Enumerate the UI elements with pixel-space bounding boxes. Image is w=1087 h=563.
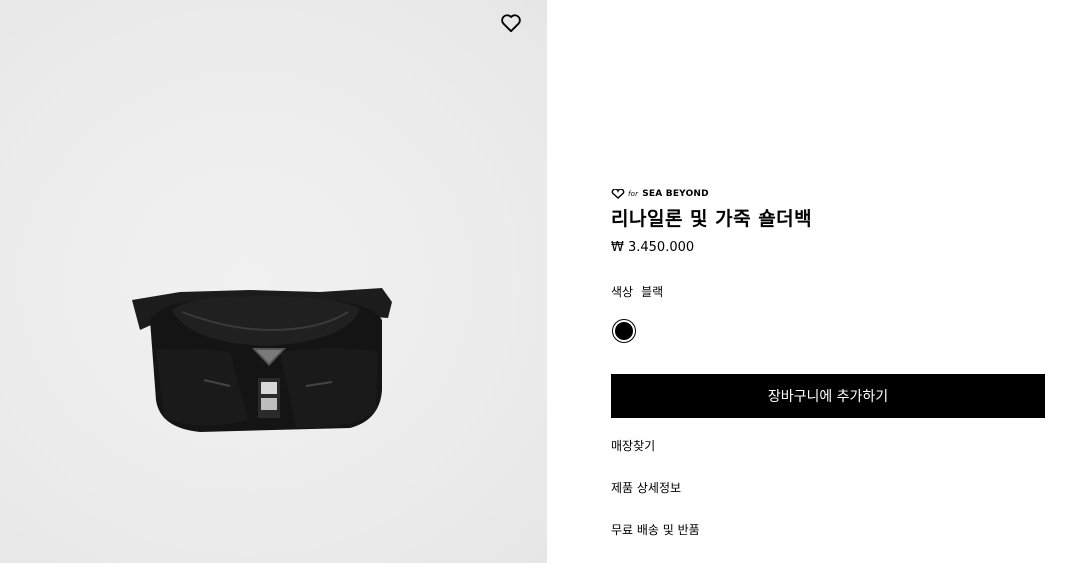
collection-for-label: for bbox=[628, 190, 639, 198]
color-selector-label: 색상 블랙 bbox=[611, 284, 663, 300]
heart-outline-logo-icon bbox=[611, 189, 625, 199]
product-title: 리나일론 및 가죽 숄더백 bbox=[611, 208, 813, 230]
collection-name: SEA BEYOND bbox=[642, 189, 709, 199]
collection-badge: for SEA BEYOND bbox=[611, 186, 1045, 202]
add-to-cart-button[interactable]: 장바구니에 추가하기 bbox=[611, 374, 1045, 418]
find-store-link[interactable]: 매장찾기 bbox=[611, 438, 655, 454]
heart-icon bbox=[501, 14, 521, 33]
product-gallery bbox=[0, 0, 547, 563]
color-value: 블랙 bbox=[641, 285, 664, 299]
color-label: 색상 bbox=[611, 285, 634, 299]
product-info: for SEA BEYOND 리나일론 및 가죽 숄더백 ₩ 3.450.000… bbox=[611, 186, 1045, 537]
shipping-returns-link[interactable]: 무료 배송 및 반품 bbox=[611, 522, 700, 538]
product-image bbox=[120, 270, 410, 454]
color-swatch-black[interactable] bbox=[612, 319, 636, 343]
product-price: ₩ 3.450.000 bbox=[611, 240, 695, 255]
product-details-link[interactable]: 제품 상세정보 bbox=[611, 480, 681, 496]
color-swatch-dot bbox=[615, 322, 633, 340]
wishlist-button[interactable] bbox=[498, 10, 524, 36]
